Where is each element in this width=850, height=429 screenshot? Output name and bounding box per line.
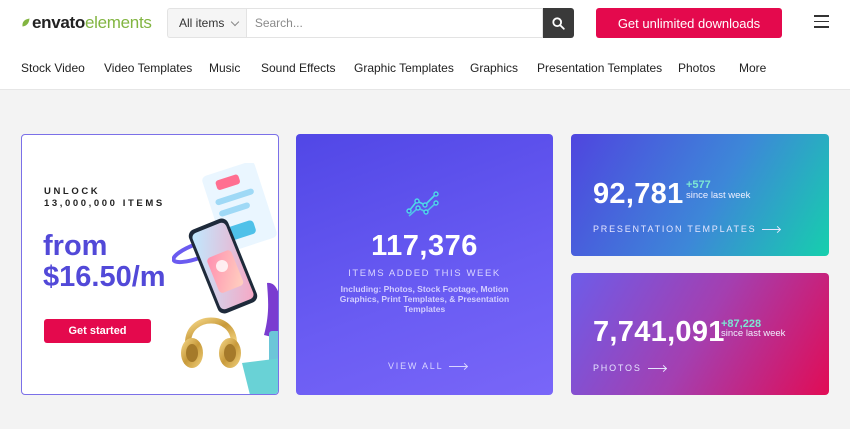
search-bar: All items: [167, 8, 574, 38]
weekly-items-label: ITEMS ADDED THIS WEEK: [348, 268, 501, 279]
presentation-templates-link-label: PRESENTATION TEMPLATES: [593, 224, 757, 234]
nav-item-graphics[interactable]: Graphics: [470, 61, 518, 75]
nav-item-video-templates[interactable]: Video Templates: [104, 61, 192, 75]
nav-item-photos[interactable]: Photos: [678, 61, 715, 75]
nav-item-stock-video[interactable]: Stock Video: [21, 61, 85, 75]
unlock-label: UNLOCK: [44, 186, 101, 197]
product-collage-illustration: [172, 163, 278, 394]
nav-item-sound-effects[interactable]: Sound Effects: [261, 61, 336, 75]
search-input[interactable]: [245, 8, 544, 38]
logo-text-elements: elements: [85, 13, 152, 32]
weekly-items-count: 117,376: [371, 230, 478, 262]
get-unlimited-downloads-button[interactable]: Get unlimited downloads: [596, 8, 782, 38]
arrow-right-icon: [762, 228, 781, 230]
view-all-label: VIEW ALL: [388, 361, 444, 371]
nav-item-graphic-templates[interactable]: Graphic Templates: [354, 61, 454, 75]
presentation-templates-link[interactable]: PRESENTATION TEMPLATES: [593, 224, 781, 234]
category-select-value: All items: [179, 16, 225, 30]
site-header: envatoelements All items Get unlimited d…: [0, 0, 850, 90]
photos-count: 7,741,091: [593, 316, 725, 348]
trend-chart-icon: [406, 191, 439, 217]
price-value: $16.50/m: [43, 261, 166, 293]
presentation-templates-count: 92,781: [593, 178, 684, 210]
photos-link[interactable]: PHOTOS: [593, 363, 666, 373]
items-count-label: 13,000,000 ITEMS: [44, 198, 165, 209]
photos-since: since last week: [721, 328, 786, 339]
pricing-promo-card: UNLOCK 13,000,000 ITEMS from $16.50/m Ge…: [21, 134, 279, 395]
photos-stat-card[interactable]: 7,741,091 +87,228 since last week PHOTOS: [571, 273, 829, 395]
chevron-down-icon: [231, 17, 240, 26]
arrow-right-icon: [647, 367, 666, 369]
view-all-link[interactable]: VIEW ALL: [388, 361, 468, 371]
nav-item-music[interactable]: Music: [209, 61, 240, 75]
category-select[interactable]: All items: [167, 8, 246, 38]
search-icon: [552, 16, 565, 30]
items-added-this-week-card[interactable]: 117,376 ITEMS ADDED THIS WEEK Including:…: [296, 134, 553, 395]
presentation-templates-since: since last week: [686, 190, 751, 201]
nav-item-more[interactable]: More: [739, 61, 766, 75]
logo-text-envato: envato: [32, 13, 85, 32]
hamburger-menu-icon[interactable]: [814, 15, 829, 28]
search-button[interactable]: [543, 8, 574, 38]
photos-link-label: PHOTOS: [593, 363, 642, 373]
nav-item-presentation-templates[interactable]: Presentation Templates: [537, 61, 662, 75]
leaf-icon: [22, 18, 30, 27]
weekly-items-description: Including: Photos, Stock Footage, Motion…: [339, 284, 510, 314]
price-prefix: from: [43, 230, 108, 262]
envato-elements-logo[interactable]: envatoelements: [21, 13, 152, 33]
get-started-button[interactable]: Get started: [44, 319, 151, 343]
presentation-templates-stat-card[interactable]: 92,781 +577 since last week PRESENTATION…: [571, 134, 829, 256]
arrow-right-icon: [449, 365, 468, 367]
